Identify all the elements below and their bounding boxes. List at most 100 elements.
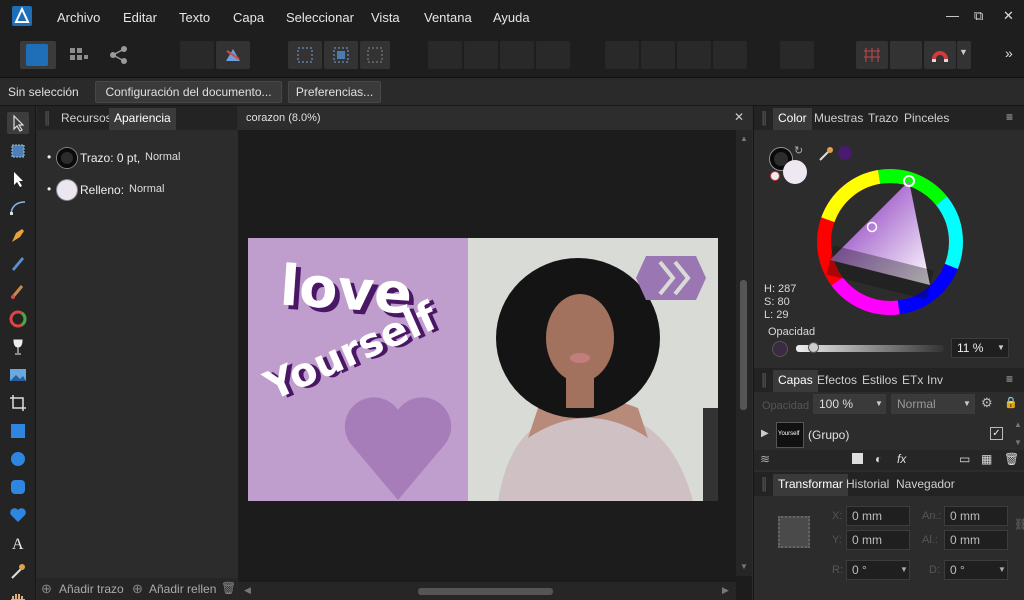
pixel-persona-button[interactable]	[64, 41, 94, 69]
corner-tool[interactable]	[7, 196, 29, 218]
align-button[interactable]	[780, 41, 814, 69]
menu-seleccionar[interactable]: Seleccionar	[286, 10, 354, 25]
designer-persona-button[interactable]	[20, 41, 56, 69]
pen-tool[interactable]	[7, 224, 29, 246]
tab-efectos[interactable]: Efectos	[812, 370, 862, 392]
tab-capas[interactable]: Capas	[773, 370, 818, 392]
adjustment-icon[interactable]: ◐	[875, 452, 882, 466]
chevron-down-icon[interactable]: ▼	[963, 399, 971, 408]
tab-trazo[interactable]: Trazo	[863, 108, 903, 130]
tab-estilos[interactable]: Estilos	[857, 370, 902, 392]
menu-capa[interactable]: Capa	[233, 10, 264, 25]
new-layer-icon[interactable]: ▭	[959, 452, 970, 466]
heart-shape-tool[interactable]	[7, 504, 29, 526]
stroke-row[interactable]: • Trazo: 0 pt, Normal	[45, 146, 235, 170]
panel-grip-icon[interactable]: ║	[760, 477, 769, 491]
fill-swatch[interactable]	[57, 180, 77, 200]
panel-grip-icon[interactable]: ║	[760, 111, 769, 125]
toolbar-button-2[interactable]	[216, 41, 250, 69]
color-wheel[interactable]	[815, 167, 965, 317]
scroll-up-icon[interactable]: ▲	[1014, 420, 1022, 429]
fill-row[interactable]: • Relleno: Normal	[45, 178, 235, 202]
menu-archivo[interactable]: Archivo	[57, 10, 100, 25]
panel-grip-icon[interactable]: ║	[43, 111, 52, 125]
lock-icon[interactable]: 🔒	[1004, 396, 1018, 409]
tab-color[interactable]: Color	[773, 108, 812, 130]
layers-scrollbar[interactable]: ▲ ▼	[1012, 420, 1024, 452]
add-fill-button[interactable]: Añadir rellen	[149, 582, 216, 596]
app-logo-icon[interactable]	[12, 6, 32, 26]
scroll-right-icon[interactable]: ▶	[722, 585, 729, 596]
opacity-swatch[interactable]	[772, 341, 788, 357]
width-input[interactable]: 0 mm	[944, 506, 1008, 526]
crop-tool[interactable]	[7, 392, 29, 414]
text-tool[interactable]: A	[7, 532, 29, 554]
menu-ventana[interactable]: Ventana	[424, 10, 472, 25]
rectangle-tool[interactable]	[7, 420, 29, 442]
color-picker-tool[interactable]	[7, 560, 29, 582]
snapping-grid-button[interactable]	[856, 41, 888, 69]
transform-button-4[interactable]	[713, 41, 747, 69]
tab-navegador[interactable]: Navegador	[891, 474, 960, 496]
transparency-tool[interactable]	[7, 336, 29, 358]
restore-button[interactable]: ⧉	[974, 8, 983, 24]
scroll-down-icon[interactable]: ▼	[740, 562, 748, 571]
arrange-button-4[interactable]	[536, 41, 570, 69]
add-stroke-button[interactable]: Añadir trazo	[59, 582, 124, 596]
link-icon[interactable]: ⛓	[1014, 518, 1024, 531]
move-tool[interactable]	[7, 112, 29, 134]
scroll-down-icon[interactable]: ▼	[1014, 438, 1022, 447]
invert-selection-button[interactable]	[360, 41, 390, 69]
stroke-swatch[interactable]	[57, 148, 77, 168]
snapping-button[interactable]	[890, 41, 922, 69]
height-input[interactable]: 0 mm	[944, 530, 1008, 550]
fill-color-well[interactable]	[783, 160, 807, 184]
layers-stack-icon[interactable]: ≋	[760, 452, 770, 466]
x-input[interactable]: 0 mm	[846, 506, 910, 526]
y-input[interactable]: 0 mm	[846, 530, 910, 550]
transform-button-3[interactable]	[677, 41, 711, 69]
vertical-scrollbar[interactable]: ▲ ▼	[736, 130, 752, 576]
panel-grip-icon[interactable]: ║	[760, 373, 769, 387]
eyedropper-icon[interactable]	[818, 146, 834, 162]
export-persona-button[interactable]	[104, 41, 134, 69]
tab-muestras[interactable]: Muestras	[809, 108, 868, 130]
panel-menu-icon[interactable]: ≡	[1006, 372, 1013, 386]
view-tool[interactable]	[7, 588, 29, 600]
panel-menu-icon[interactable]: ≡	[1006, 110, 1013, 124]
tab-apariencia[interactable]: Apariencia	[109, 108, 176, 130]
node-tool[interactable]	[7, 168, 29, 190]
toolbar-overflow-button[interactable]: »	[1005, 45, 1013, 61]
chevron-down-icon[interactable]: ▼	[875, 399, 883, 408]
fill-tool[interactable]	[7, 308, 29, 330]
horizontal-scroll-thumb[interactable]	[418, 588, 553, 595]
scroll-left-icon[interactable]: ◀	[244, 585, 251, 596]
trash-icon[interactable]: 🗑	[221, 581, 236, 595]
menu-texto[interactable]: Texto	[179, 10, 210, 25]
arrange-button-1[interactable]	[428, 41, 462, 69]
document-canvas[interactable]: love Yourself	[248, 238, 718, 501]
scroll-up-icon[interactable]: ▲	[740, 134, 748, 143]
place-image-tool[interactable]	[7, 364, 29, 386]
expand-icon[interactable]: ▶	[761, 428, 769, 439]
tab-transformar[interactable]: Transformar	[773, 474, 848, 496]
brush-tool[interactable]	[7, 280, 29, 302]
tab-recursos[interactable]: Recursos	[56, 108, 117, 130]
close-window-button[interactable]: ✕	[1003, 8, 1014, 24]
chevron-down-icon[interactable]: ▼	[900, 565, 908, 574]
anchor-selector[interactable]	[778, 516, 810, 548]
fx-icon[interactable]: fx	[897, 452, 906, 466]
document-tab[interactable]: corazon (8.0%) ✕	[238, 106, 752, 130]
menu-editar[interactable]: Editar	[123, 10, 157, 25]
artboard-tool[interactable]	[7, 140, 29, 162]
tab-historial[interactable]: Historial	[841, 474, 894, 496]
chevron-down-icon[interactable]: ▼	[998, 565, 1006, 574]
no-color-icon[interactable]	[770, 171, 780, 181]
opacity-slider[interactable]	[796, 342, 944, 353]
arrange-button-2[interactable]	[464, 41, 498, 69]
gear-icon[interactable]: ⚙	[981, 395, 993, 411]
minimize-button[interactable]: —	[946, 8, 959, 23]
tab-pinceles[interactable]: Pinceles	[899, 108, 954, 130]
ellipse-tool[interactable]	[7, 448, 29, 470]
deselect-button[interactable]	[324, 41, 358, 69]
